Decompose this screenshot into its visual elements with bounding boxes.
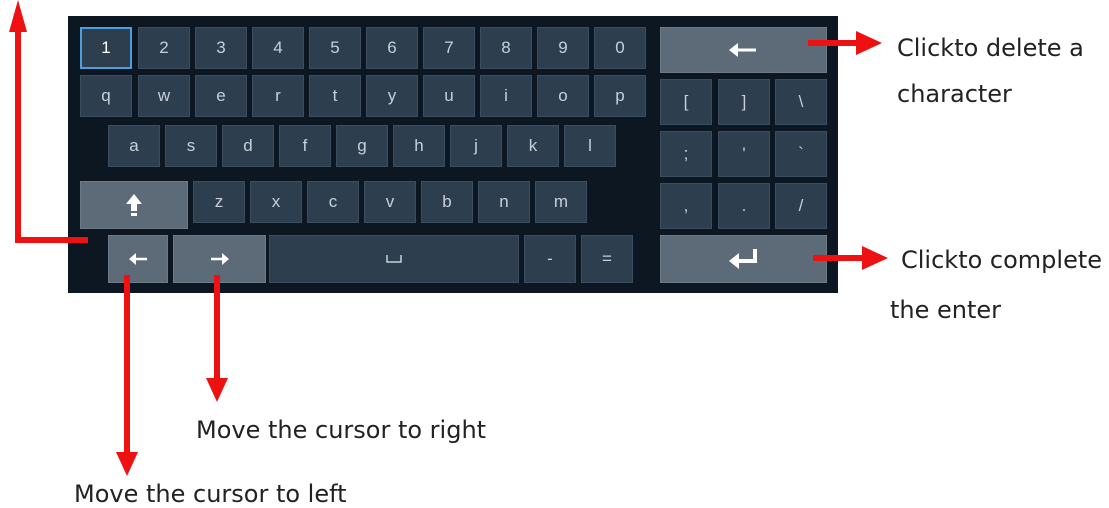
delete-callout-line1: Clickto delete a [897, 34, 1084, 62]
enter-callout-line1: Clickto complete [901, 246, 1103, 274]
left-edge-arrow [15, 32, 88, 243]
delete-callout: Clickto delete a character [897, 29, 1084, 113]
left-edge-arrowhead [9, 0, 27, 32]
cursor-right-callout: Move the cursor to right [196, 416, 487, 444]
enter-callout-line2: the enter [890, 296, 1002, 324]
enter-arrowhead [862, 246, 888, 270]
delete-arrowhead [856, 31, 882, 55]
cursor-left-callout: Move the cursor to left [74, 480, 347, 508]
cursor-left-arrowhead [116, 452, 138, 476]
delete-callout-line2: character [897, 80, 1012, 108]
cursor-right-arrowhead [206, 378, 228, 402]
enter-callout: Clickto complete the enter [890, 241, 1103, 329]
